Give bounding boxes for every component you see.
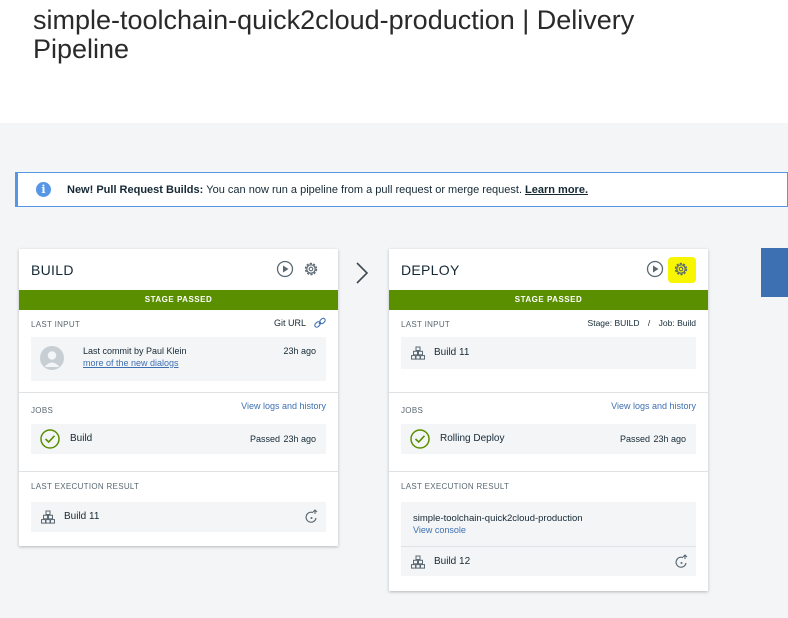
result-build-label: Build 12: [434, 556, 471, 567]
last-input-section: LAST INPUT Git URL Last commit by Paul K…: [19, 310, 338, 393]
job-tile[interactable]: Build Passed 23h ago: [31, 424, 326, 454]
gear-icon[interactable]: [302, 260, 320, 278]
job-name: Build: [70, 433, 93, 444]
last-execution-section: LAST EXECUTION RESULT Build 11: [19, 472, 338, 546]
input-build-label: Build 11: [434, 347, 470, 358]
job-time: 23h ago: [283, 434, 316, 444]
result-tile[interactable]: Build 11: [31, 502, 326, 532]
stage-status-bar: STAGE PASSED: [389, 290, 708, 310]
run-stage-icon[interactable]: [276, 260, 294, 278]
job-status: Passed: [619, 434, 650, 444]
jobs-section: JOBS View logs and history Rolling Deplo…: [389, 393, 708, 472]
input-source: Stage: BUILD / Job: Build: [588, 318, 696, 328]
stage-header: DEPLOY: [389, 249, 708, 290]
commit-time: 23h ago: [283, 346, 316, 356]
last-input-label: LAST INPUT: [401, 320, 451, 329]
notice-text: You can now run a pipeline from a pull r…: [206, 183, 523, 196]
stage-status-bar: STAGE PASSED: [19, 290, 338, 310]
redeploy-icon[interactable]: [304, 509, 320, 525]
link-icon[interactable]: [313, 316, 327, 330]
last-input-label: LAST INPUT: [31, 320, 81, 329]
jobs-section: JOBS View logs and history Build Passed …: [19, 393, 338, 472]
view-logs-link[interactable]: View logs and history: [241, 401, 326, 411]
result-build-label: Build 11: [64, 511, 100, 522]
view-logs-link[interactable]: View logs and history: [611, 401, 696, 411]
jobs-label: JOBS: [401, 406, 424, 415]
last-execution-section: LAST EXECUTION RESULT simple-toolchain-q…: [389, 472, 708, 591]
app-name: simple-toolchain-quick2cloud-production: [413, 513, 583, 524]
commit-tile[interactable]: Last commit by Paul Klein 23h ago more o…: [31, 337, 326, 381]
job-status: Passed: [249, 434, 280, 444]
stage-card-build: BUILD STAGE PASSED LAST INPUT Git URL La…: [19, 249, 338, 546]
learn-more-link[interactable]: Learn more.: [525, 184, 588, 196]
build-stack-icon: [41, 510, 55, 524]
gear-icon[interactable]: [672, 260, 690, 278]
input-separator: /: [647, 318, 651, 328]
redeploy-icon[interactable]: [674, 554, 690, 570]
jobs-label: JOBS: [31, 406, 54, 415]
pull-request-notice: i New! Pull Request Builds: You can now …: [15, 172, 788, 207]
view-console-link[interactable]: View console: [413, 525, 466, 535]
job-tile[interactable]: Rolling Deploy Passed 23h ago: [401, 424, 696, 454]
stage-header: BUILD: [19, 249, 338, 290]
input-job: Job: Build: [658, 318, 696, 328]
notice-title: New! Pull Request Builds:: [67, 183, 204, 196]
last-execution-label: LAST EXECUTION RESULT: [31, 482, 140, 491]
input-stage: Stage: BUILD: [587, 318, 640, 328]
commit-author: Last commit by Paul Klein: [83, 346, 187, 356]
git-url-label: Git URL: [273, 318, 306, 328]
result-tile[interactable]: simple-toolchain-quick2cloud-production …: [401, 502, 696, 576]
last-execution-label: LAST EXECUTION RESULT: [401, 482, 510, 491]
avatar: [40, 346, 64, 370]
job-time: 23h ago: [653, 434, 686, 444]
result-divider: [401, 546, 696, 547]
stage-title: BUILD: [31, 262, 74, 278]
info-icon: i: [36, 182, 51, 197]
page-title: simple-toolchain-quick2cloud-production …: [33, 5, 635, 64]
check-circle-icon: [40, 429, 60, 449]
build-stack-icon: [411, 555, 425, 569]
build-stack-icon: [411, 346, 425, 360]
stage-arrow-icon: [356, 262, 369, 284]
next-stage-edge[interactable]: [761, 248, 788, 297]
commit-message-link[interactable]: more of the new dialogs: [83, 358, 179, 368]
run-stage-icon[interactable]: [646, 260, 664, 278]
check-circle-icon: [410, 429, 430, 449]
last-input-section: LAST INPUT Stage: BUILD / Job: Build Bui…: [389, 310, 708, 393]
input-build-tile[interactable]: Build 11: [401, 337, 696, 369]
stage-card-deploy: DEPLOY STAGE PASSED LAST INPUT Stage: BU…: [389, 249, 708, 591]
stage-title: DEPLOY: [401, 262, 460, 278]
job-name: Rolling Deploy: [440, 433, 505, 444]
